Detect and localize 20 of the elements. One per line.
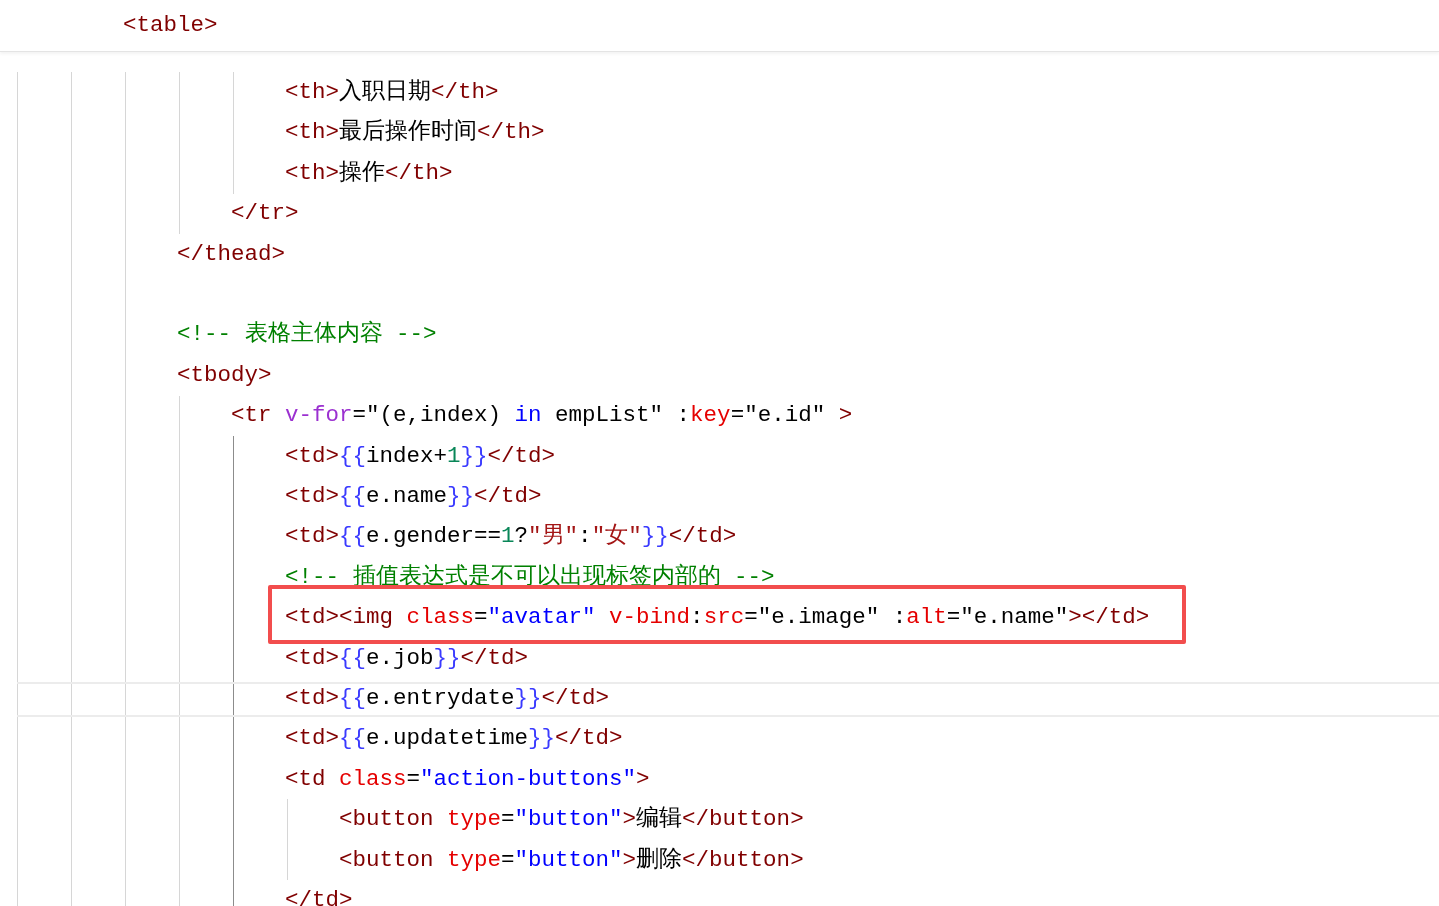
code-line: <td>{{index+1}}</td> <box>285 442 556 470</box>
code-line: <th>最后操作时间</th> <box>285 119 545 147</box>
code-line: </thead> <box>177 240 286 268</box>
code-line: <button type="button">编辑</button> <box>339 806 804 834</box>
code-line: <td>{{e.updatetime}}</td> <box>285 725 623 753</box>
code-line: <td>{{e.name}}</td> <box>285 483 542 510</box>
code-line: <td><img class="avatar" v-bind:src="e.image" :alt="e.name"></td> <box>285 604 1150 632</box>
code-line: <td class="action-buttons"> <box>285 765 650 793</box>
code-line: <!-- 表格主体内容 --> <box>177 321 437 349</box>
code-line: <th>操作</th> <box>285 159 453 187</box>
code-line: <td>{{e.job}}</td> <box>285 644 529 672</box>
code-line: <td>{{e.entrydate}}</td> <box>285 684 610 712</box>
code-line: <th>入职日期</th> <box>285 79 499 107</box>
code-line: <button type="button">删除</button> <box>339 846 804 874</box>
code-line: </td> <box>285 886 353 906</box>
code-line: <td>{{e.gender==1?"男":"女"}}</td> <box>285 523 737 551</box>
code-line: <tr v-for="(e,index) in empList" :key="e.id" > <box>231 402 853 430</box>
code-line: <table> <box>123 12 218 39</box>
code-line: </tr> <box>231 200 299 228</box>
code-line: <tbody> <box>177 361 272 389</box>
